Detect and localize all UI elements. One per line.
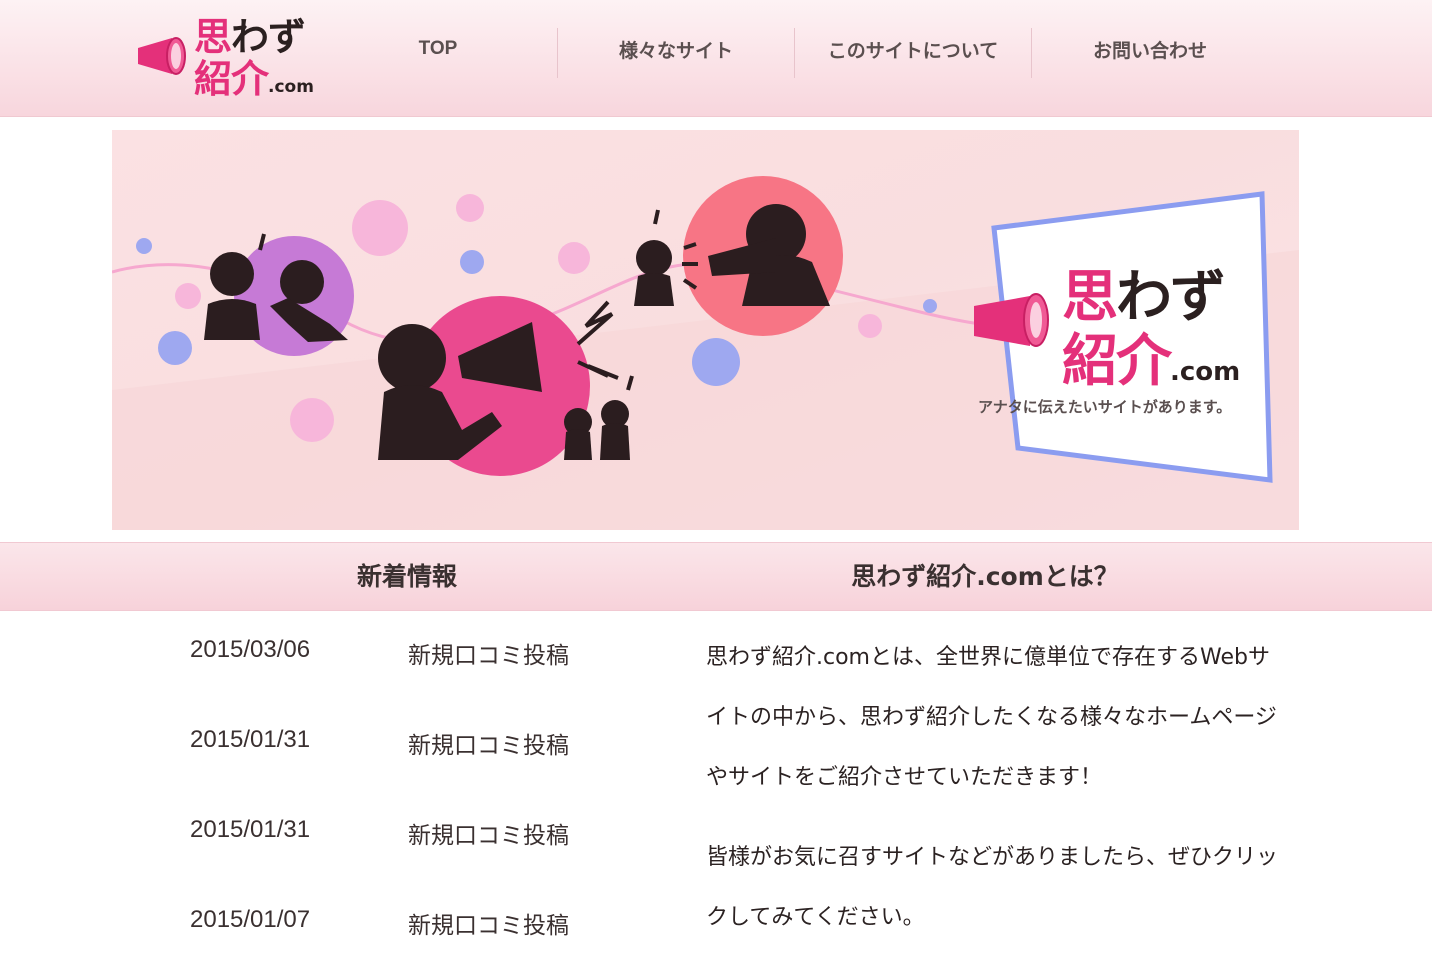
news-item[interactable]: 2015/03/06 新規口コミ投稿 (190, 622, 650, 678)
news-heading: 新着情報 (356, 562, 457, 591)
nav-top[interactable]: TOP (320, 20, 556, 78)
news-date: 2015/03/06 (190, 636, 311, 663)
hero-tagline: アナタに伝えたいサイトがあります。 (978, 398, 1232, 416)
logo-line-2: 紹介.com (194, 57, 314, 101)
news-item[interactable]: 2015/01/31 新規口コミ投稿 (190, 712, 650, 768)
news-date: 2015/01/31 (190, 726, 311, 753)
site-logo[interactable]: 思わず 紹介.com (136, 6, 336, 101)
hero-logo-line-2: 紹介.com (1062, 329, 1241, 394)
about-heading: 思わず紹介.comとは？ (851, 562, 1119, 591)
news-date: 2015/01/31 (190, 816, 311, 843)
news-title-link[interactable]: 新規口コミ投稿 (408, 906, 569, 940)
section-heading-band: 新着情報 思わず紹介.comとは？ (0, 542, 1432, 611)
nav-contact[interactable]: お問い合わせ (1032, 20, 1268, 78)
about-paragraph-2: 皆様がお気に召すサイトなどがありましたら、ぜひクリックしてみてください。 (706, 845, 1279, 930)
news-item[interactable]: 2015/01/31 新規口コミ投稿 (190, 802, 650, 858)
nav-various-sites[interactable]: 様々なサイト (558, 20, 794, 78)
news-date: 2015/01/07 (190, 906, 311, 933)
news-title-link[interactable]: 新規口コミ投稿 (408, 726, 569, 760)
megaphone-icon (138, 37, 186, 75)
hero-banner: 思わず 紹介.com アナタに伝えたいサイトがあります。 (112, 130, 1299, 530)
about-paragraph-1: 思わず紹介.comとは、全世界に億単位で存在するWebサイトの中から、思わず紹介… (706, 645, 1277, 790)
news-title-link[interactable]: 新規口コミ投稿 (408, 636, 569, 670)
site-header: 思わず 紹介.com TOP 様々なサイト このサイトについて お問い合わせ (0, 0, 1432, 117)
news-title-link[interactable]: 新規口コミ投稿 (408, 816, 569, 850)
about-text: 思わず紹介.comとは、全世界に億単位で存在するWebサイトの中から、思わず紹介… (706, 628, 1286, 968)
nav-about-site[interactable]: このサイトについて (795, 20, 1031, 78)
news-item[interactable]: 2015/01/07 新規口コミ投稿 (190, 892, 650, 948)
